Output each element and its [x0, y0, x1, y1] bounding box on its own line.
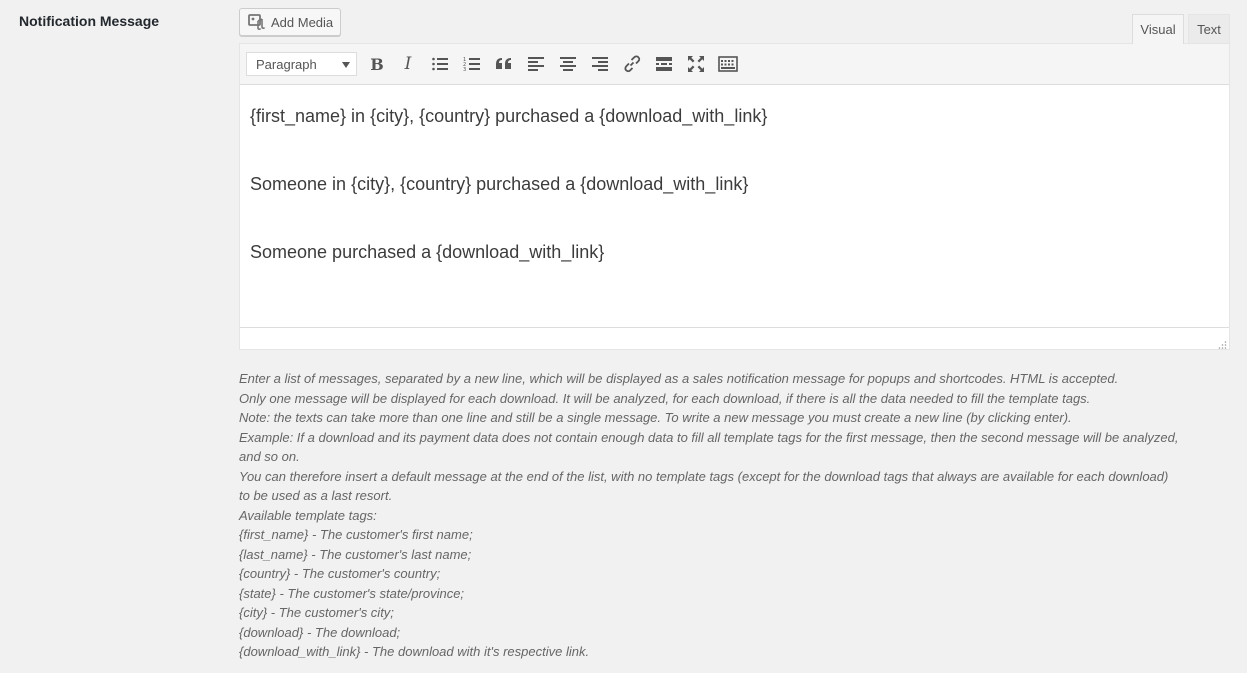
description-line: Enter a list of messages, separated by a…: [239, 371, 1119, 386]
svg-text:3: 3: [463, 67, 466, 72]
align-right-button[interactable]: [587, 52, 613, 76]
blockquote-icon: [495, 56, 513, 72]
toolbar-toggle-button[interactable]: [715, 52, 741, 76]
message-line: {first_name} in {city}, {country} purcha…: [250, 106, 768, 126]
template-tag-line: {first_name} - The customer's first name…: [239, 527, 473, 542]
editor-toolbar: Paragraph B I 1 2 3: [240, 44, 1229, 85]
fullscreen-icon: [687, 55, 705, 73]
editor-statusbar: [240, 327, 1229, 349]
description-line: to be used as a last resort.: [239, 488, 393, 503]
description-line: Example: If a download and its payment d…: [239, 429, 1179, 445]
add-media-icon: [248, 13, 266, 31]
align-left-icon: [527, 56, 545, 72]
editor-content-area[interactable]: {first_name} in {city}, {country} purcha…: [240, 86, 1229, 328]
read-more-button[interactable]: [651, 52, 677, 76]
description-line: Available template tags:: [239, 507, 377, 523]
tab-text[interactable]: Text: [1188, 14, 1230, 43]
template-tag-line: {state} - The customer's state/province;: [239, 585, 465, 601]
description-line: and so on.: [239, 449, 300, 464]
template-tag-line: {download} - The download;: [239, 624, 401, 640]
bullet-list-icon: [431, 56, 449, 72]
align-center-icon: [559, 56, 577, 72]
message-line: Someone purchased a {download_with_link}: [250, 242, 605, 262]
template-tag-line: {country} - The customer's country;: [239, 566, 441, 581]
blockquote-button[interactable]: [491, 52, 517, 76]
bullet-list-button[interactable]: [427, 52, 453, 76]
format-select[interactable]: Paragraph: [246, 52, 357, 76]
align-center-button[interactable]: [555, 52, 581, 76]
message-editor: Paragraph B I 1 2 3 {first_name} in {cit…: [239, 43, 1230, 350]
chevron-down-icon: [342, 62, 350, 68]
message-line: Someone in {city}, {country} purchased a…: [250, 174, 749, 194]
link-icon: [623, 55, 641, 73]
numbered-list-icon: 1 2 3: [463, 56, 481, 72]
read-more-icon: [655, 56, 673, 72]
resize-handle-icon[interactable]: [1217, 337, 1227, 349]
notification-message-setting: Notification Message Add Media Visual Te…: [0, 0, 1247, 673]
fullscreen-button[interactable]: [683, 52, 709, 76]
numbered-list-button[interactable]: 1 2 3: [459, 52, 485, 76]
insert-link-button[interactable]: [619, 52, 645, 76]
add-media-label: Add Media: [271, 14, 334, 30]
italic-button[interactable]: I: [395, 52, 421, 76]
description-line: Note: the texts can take more than one l…: [239, 410, 1072, 425]
align-right-icon: [591, 56, 609, 72]
field-label: Notification Message: [19, 13, 160, 29]
description-line: You can therefore insert a default messa…: [239, 468, 1169, 484]
description-line: Only one message will be displayed for e…: [239, 390, 1091, 406]
template-tag-line: {download_with_link} - The download with…: [239, 644, 590, 659]
bold-button[interactable]: B: [364, 52, 390, 76]
template-tag-line: {last_name} - The customer's last name;: [239, 546, 472, 562]
format-select-value: Paragraph: [256, 56, 317, 72]
align-left-button[interactable]: [523, 52, 549, 76]
toolbar-toggle-icon: [718, 56, 738, 72]
template-tag-line: {city} - The customer's city;: [239, 605, 394, 620]
add-media-button[interactable]: Add Media: [239, 8, 341, 36]
tab-visual[interactable]: Visual: [1132, 14, 1184, 44]
field-description: Enter a list of messages, separated by a…: [239, 369, 1234, 662]
